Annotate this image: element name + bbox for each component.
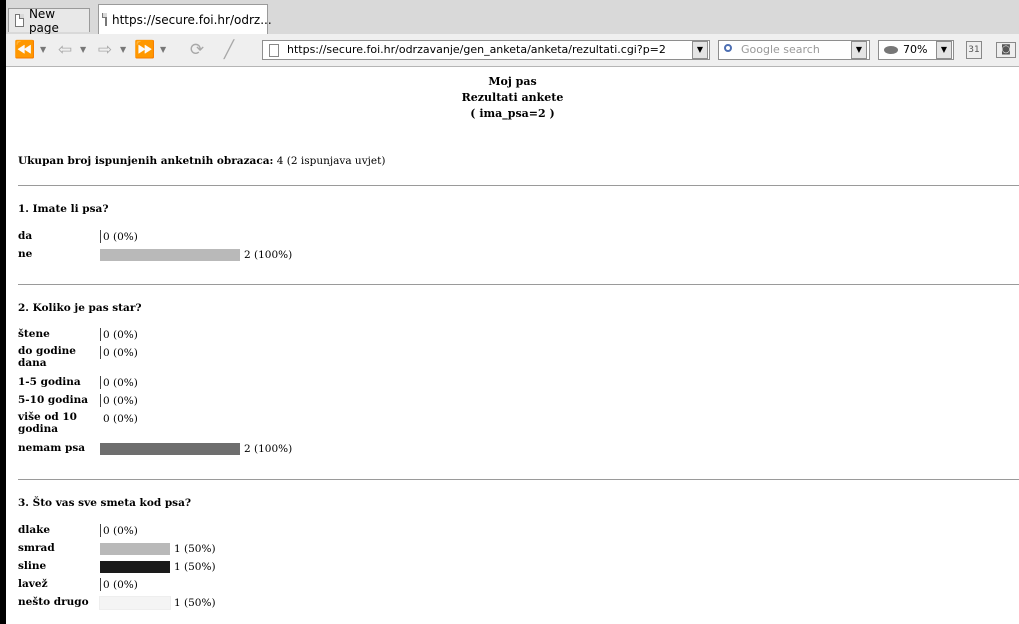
result-bar [100, 561, 170, 573]
answer-count: 0 (0%) [103, 525, 138, 537]
answer-count: 1 (50%) [174, 597, 216, 609]
lock-icon[interactable]: 31 [966, 41, 982, 59]
reload-icon[interactable]: ⟳ [186, 40, 208, 60]
navigation-toolbar: ⏪ ▼ ⇦ ▼ ⇨ ▼ ⏩ ▼ ⟳ ╱ https://secure.foi.h… [6, 34, 1019, 67]
answer-label: da [18, 230, 33, 242]
answer-count: 2 (100%) [244, 443, 293, 455]
answer-row: više od 10 godina 0 (0%) [18, 411, 1018, 435]
search-placeholder: Google search [741, 43, 820, 56]
tab-strip: New page https://secure.foi.hr/odrz... [6, 0, 1019, 35]
answer-count: 0 (0%) [103, 579, 138, 591]
page-icon [102, 13, 107, 26]
address-dropdown-button[interactable]: ▼ [692, 41, 708, 59]
chevron-down-icon[interactable]: ▼ [120, 40, 128, 60]
answer-count: 2 (100%) [244, 249, 293, 261]
zoom-value: 70% [903, 43, 928, 56]
answer-row: da 0 (0%) [18, 230, 1018, 244]
answer-count: 1 (50%) [174, 543, 216, 555]
answer-label: više od 10 godina [18, 411, 77, 435]
result-bar [100, 443, 240, 455]
edit-icon[interactable]: ╱ [218, 40, 240, 60]
answer-label: lavež [18, 578, 48, 590]
chevron-down-icon[interactable]: ▼ [80, 40, 88, 60]
page-title: Moj pas [488, 75, 537, 88]
question-title: 2. Koliko je pas star? [18, 302, 142, 314]
answer-row: štene 0 (0%) [18, 328, 1018, 342]
answer-row: nemam psa 2 (100%) [18, 442, 1018, 456]
chevron-down-icon[interactable]: ▼ [40, 40, 48, 60]
response-summary: Ukupan broj ispunjenih anketnih obrazaca… [18, 155, 385, 167]
answer-row: sline 1 (50%) [18, 560, 1018, 574]
rewind-icon[interactable]: ⏪ [14, 40, 36, 60]
result-bar [100, 249, 240, 261]
answer-label: dlake [18, 524, 51, 536]
search-icon [724, 44, 732, 52]
page-subtitle: Rezultati ankete [461, 91, 564, 104]
result-bar [100, 543, 170, 555]
result-bar [99, 596, 171, 610]
answer-count: 0 (0%) [103, 395, 138, 407]
result-bar-empty [100, 346, 101, 359]
result-bar-empty [100, 376, 101, 389]
answer-row: 5-10 godina 0 (0%) [18, 394, 1018, 408]
answer-label: nešto drugo [18, 596, 89, 608]
address-bar[interactable]: https://secure.foi.hr/odrzavanje/gen_ank… [262, 40, 710, 60]
page-icon [269, 44, 279, 57]
zoom-dropdown[interactable]: ▼ [936, 41, 952, 59]
result-bar-empty [100, 230, 101, 243]
forward-icon[interactable]: ⇨ [94, 40, 116, 60]
answer-label: štene [18, 328, 50, 340]
answer-count: 0 (0%) [103, 413, 138, 425]
section-divider [18, 284, 1019, 285]
answer-label: nemam psa [18, 442, 86, 454]
tab-survey-results[interactable]: https://secure.foi.hr/odrz... [98, 4, 272, 34]
question-title: 3. Što vas sve smeta kod psa? [18, 497, 192, 509]
search-engine-dropdown[interactable]: ▼ [851, 41, 867, 59]
chevron-down-icon[interactable]: ▼ [160, 40, 168, 60]
answer-label: sline [18, 560, 47, 572]
tab-new-page[interactable]: New page [8, 6, 90, 35]
eye-icon [884, 46, 898, 54]
tab-label: https://secure.foi.hr/odrz... [112, 12, 272, 27]
fast-forward-icon[interactable]: ⏩ [134, 40, 156, 60]
page-icon [15, 14, 24, 27]
result-bar-empty [100, 328, 101, 341]
back-icon[interactable]: ⇦ [54, 40, 76, 60]
summary-label: Ukupan broj ispunjenih anketnih obrazaca… [18, 155, 274, 167]
search-input[interactable]: Google search [718, 40, 870, 60]
answer-count: 1 (50%) [174, 561, 216, 573]
answer-label: do godine dana [18, 345, 76, 369]
answer-row: nešto drugo 1 (50%) [18, 596, 1018, 610]
answer-row: 1-5 godina 0 (0%) [18, 376, 1018, 390]
result-bar-empty [100, 578, 101, 591]
filter-label: ( ima_psa=2 ) [470, 107, 555, 120]
answer-count: 0 (0%) [103, 231, 138, 243]
answer-row: ne 2 (100%) [18, 248, 1018, 262]
answer-count: 0 (0%) [103, 329, 138, 341]
answer-count: 0 (0%) [103, 377, 138, 389]
answer-row: smrad 1 (50%) [18, 542, 1018, 556]
answer-label: 1-5 godina [18, 376, 81, 388]
tab-label: New page [28, 6, 59, 35]
url-text: https://secure.foi.hr/odrzavanje/gen_ank… [287, 43, 666, 56]
answer-label: 5-10 godina [18, 394, 89, 406]
answer-row: dlake 0 (0%) [18, 524, 1018, 538]
answer-row: do godine dana 0 (0%) [18, 345, 1018, 369]
answer-count: 0 (0%) [103, 347, 138, 359]
page-content: Moj pas Rezultati ankete ( ima_psa=2 ) U… [6, 67, 1019, 624]
answer-label: ne [18, 248, 33, 260]
summary-value: 4 (2 ispunjava uvjet) [276, 155, 386, 167]
camera-icon[interactable]: ◙ [996, 42, 1016, 58]
section-divider [18, 185, 1019, 186]
result-bar-empty [100, 394, 101, 407]
section-divider [18, 479, 1019, 480]
question-title: 1. Imate li psa? [18, 203, 109, 215]
result-bar-empty [100, 524, 101, 537]
answer-label: smrad [18, 542, 55, 554]
answer-row: lavež 0 (0%) [18, 578, 1018, 592]
